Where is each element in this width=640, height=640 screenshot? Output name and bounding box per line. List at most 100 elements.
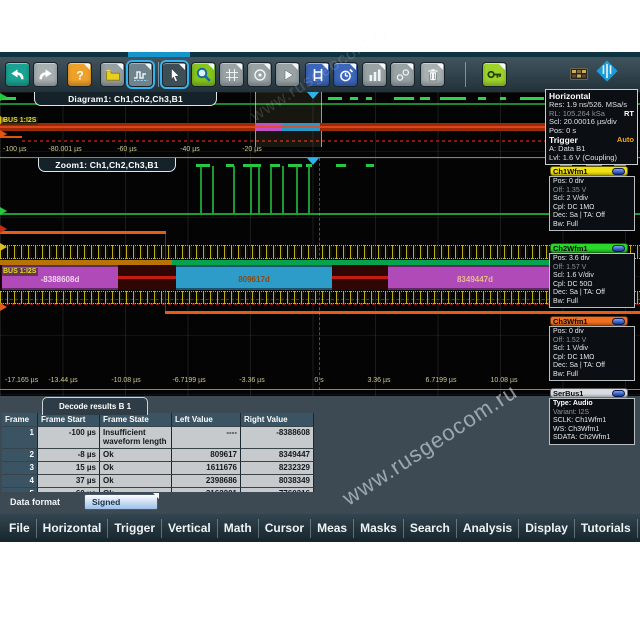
zoom-window-highlight [255, 92, 322, 147]
column-header-frame-start[interactable]: Frame Start [38, 413, 100, 427]
xy-tool-button[interactable] [390, 62, 415, 87]
ch2-spike [233, 166, 235, 214]
channel-marker [0, 243, 7, 251]
horizontal-trigger-panel[interactable]: Horizontal Res: 1.9 ns/526. MSa/sRL: 105… [545, 89, 638, 165]
decode-results-table[interactable]: FrameFrame StartFrame StateLeft ValueRig… [2, 413, 314, 501]
menu-vertical[interactable]: Vertical [162, 519, 218, 538]
display-setup-icon [133, 67, 149, 83]
display-setup-button[interactable] [128, 62, 153, 87]
menu-display[interactable]: Display [519, 519, 575, 538]
zoom-mode-button[interactable] [191, 62, 216, 87]
channel-info-line: Off: 1.52 V [553, 337, 631, 346]
channel-info-line: Off: 1.35 V [553, 187, 631, 196]
bus-frame-segment[interactable]: 8349447d [388, 265, 562, 290]
ch1-clock-lower [0, 291, 640, 304]
zoom-axis-baseline [0, 389, 640, 390]
ch2-spike [296, 166, 298, 214]
data-format-bar: Data format Signed [0, 492, 318, 514]
zone-trigger-icon [224, 67, 240, 83]
diagram1-tab[interactable]: Diagram1: Ch1,Ch2,Ch3,B1 [34, 92, 217, 106]
menu-trigger[interactable]: Trigger [108, 519, 162, 538]
ch2-dash-zoom [270, 164, 280, 167]
ch2-spike [270, 166, 272, 214]
frame-cell: 1611676 [172, 462, 241, 475]
x-axis-label: -6.7199 µs [172, 377, 205, 384]
ch1wfm1-panel[interactable]: Pos: 0 divOff: 1.35 VScl: 2 V/divCpl: DC… [549, 176, 635, 231]
ch2wfm1-panel[interactable]: Pos: 3.6 divOff: 1.57 VScl: 1.6 V/divCpl… [549, 253, 635, 308]
x-axis-label: -40 µs [180, 146, 200, 153]
menu-meas[interactable]: Meas [311, 519, 354, 538]
frame-number-cell: 2 [2, 449, 38, 462]
ch3wfm1-panel[interactable]: Pos: 0 divOff: 1.52 VScl: 1 V/divCpl: DC… [549, 326, 635, 381]
reference-button[interactable] [275, 62, 300, 87]
menu-search[interactable]: Search [404, 519, 457, 538]
data-format-select[interactable]: Signed [84, 494, 158, 510]
zone-trigger-button[interactable] [219, 62, 244, 87]
help-button[interactable]: ? [67, 62, 92, 87]
acquisition-tool-button[interactable] [333, 62, 358, 87]
bus-frame-segment[interactable]: 809617d [176, 265, 332, 290]
column-header-left-value[interactable]: Left Value [172, 413, 241, 427]
menu-file[interactable]: File [3, 519, 37, 538]
undo-button[interactable] [5, 62, 30, 87]
info-row: Lvl: 1.6 V (Coupling) [549, 154, 634, 163]
ch2-spike [200, 166, 202, 214]
table-row[interactable]: 315 µsOk16116768232329 [2, 462, 314, 475]
menu-cursor[interactable]: Cursor [259, 519, 311, 538]
frame-cell: 8349447 [241, 449, 314, 462]
minimize-badge[interactable] [612, 168, 625, 175]
ch1-clock-upper [0, 245, 640, 259]
table-row[interactable]: 2-8 µsOk8096178349447 [2, 449, 314, 462]
channel-info-line: Variant: I2S [553, 409, 631, 418]
keypad-icon[interactable] [570, 67, 588, 85]
x-axis-label: -100 µs [3, 146, 27, 153]
ch2-dash [328, 97, 342, 100]
decode-results-tab[interactable]: Decode results B 1 [42, 397, 148, 415]
column-header-right-value[interactable]: Right Value [241, 413, 314, 427]
xy-tool-icon [395, 67, 411, 83]
histogram-tool-button[interactable] [362, 62, 387, 87]
menu-analysis[interactable]: Analysis [457, 519, 519, 538]
rohde-schwarz-logo [594, 60, 620, 87]
ch3wfm1-header[interactable]: Ch3Wfm1 [550, 316, 628, 326]
undo-icon [9, 66, 26, 83]
frame-number-cell: 1 [2, 427, 38, 449]
table-row[interactable]: 437 µsOk23986868038349 [2, 475, 314, 488]
bus-line-bright [0, 126, 560, 128]
channel-marker [0, 225, 7, 233]
frame-number-cell: 3 [2, 462, 38, 475]
serbus1-panel[interactable]: Type: AudioVariant: I2SSCLK: Ch1Wfm1WS: … [549, 398, 635, 445]
channel-info-line: Cpl: DC 1MΩ [553, 204, 631, 213]
channel-info-line: Pos: 3.6 div [553, 255, 631, 264]
measurement-button[interactable] [247, 62, 272, 87]
menu-math[interactable]: Math [218, 519, 259, 538]
file-open-button[interactable] [100, 62, 125, 87]
channel-info-line: Bw: Full [553, 298, 631, 307]
vertical-tool-button[interactable] [305, 62, 330, 87]
minimize-badge[interactable] [612, 245, 625, 252]
frame-cell: -8 µs [38, 449, 100, 462]
zoom1-tab[interactable]: Zoom1: Ch1,Ch2,Ch3,B1 [38, 158, 176, 172]
redo-icon [37, 66, 54, 83]
table-row[interactable]: 1-100 µsInsufficient waveform length----… [2, 427, 314, 449]
ch1wfm1-header[interactable]: Ch1Wfm1 [550, 166, 628, 176]
frame-cell: 8232329 [241, 462, 314, 475]
trigger-position-marker[interactable] [307, 158, 319, 165]
autoset-key-button[interactable] [482, 62, 507, 87]
menu-masks[interactable]: Masks [354, 519, 404, 538]
column-header-frame-state[interactable]: Frame State [100, 413, 172, 427]
cursor-select-icon [167, 67, 183, 83]
trigger-position-marker[interactable] [307, 92, 319, 99]
ch2-dash [420, 97, 430, 100]
column-header-frame[interactable]: Frame [2, 413, 38, 427]
ch2wfm1-header[interactable]: Ch2Wfm1 [550, 243, 628, 253]
cursor-select-button[interactable] [162, 62, 187, 87]
menu-horizontal[interactable]: Horizontal [37, 519, 109, 538]
delete-tool-button[interactable] [420, 62, 445, 87]
minimize-badge[interactable] [612, 318, 625, 325]
info-text: Lvl: 1.6 V (Coupling) [549, 154, 617, 163]
redo-button[interactable] [33, 62, 58, 87]
serbus1-header[interactable]: SerBus1 [550, 388, 628, 398]
minimize-badge[interactable] [612, 390, 625, 397]
menu-tutorials[interactable]: Tutorials [575, 519, 638, 538]
